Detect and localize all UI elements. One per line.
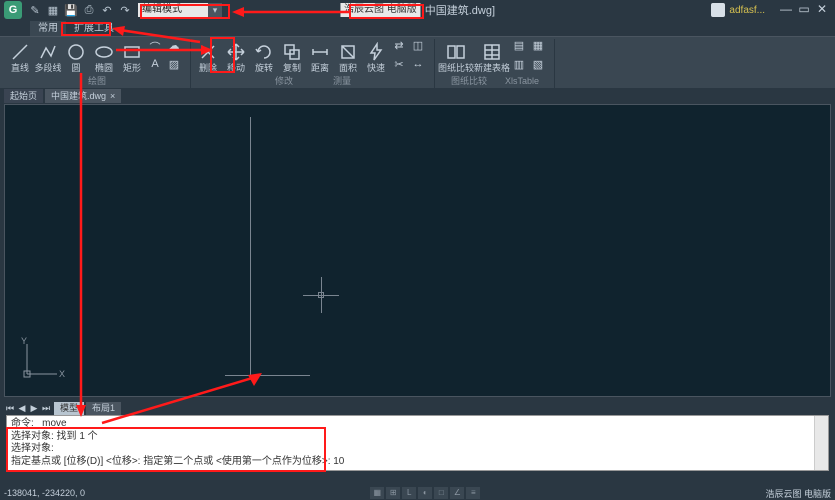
ucs-icon: Y X (19, 336, 65, 382)
ribbon-group-modify: 删除 移动 旋转 复制 距离 面积 快速 ⇄◫ ✂↔ 修改 测量 (192, 39, 435, 88)
group-label-measure: 测量 (333, 76, 351, 87)
cmd-line-2: 选择对象: 找到 1 个 (11, 431, 824, 444)
coordinates-readout: -138041, -234220, 0 (4, 488, 85, 498)
drawing-line-h (225, 375, 310, 376)
lwt-toggle[interactable]: ≡ (466, 487, 480, 499)
title-text: 浩辰云图 电脑版 中国建筑.dwg] (340, 2, 495, 18)
layout-tab-model[interactable]: 模型 (54, 402, 84, 415)
app-window: G ✎ ▦ 💾 ⎙ ↶ ↷ 编辑模式 ▾ 浩辰云图 电脑版 中国建筑.dwg] … (0, 0, 835, 500)
user-avatar-icon (711, 3, 725, 17)
minimize-button[interactable]: — (777, 3, 795, 17)
nav-next-icon[interactable]: ▶ (28, 402, 40, 414)
polar-toggle[interactable]: ◐ (418, 487, 432, 499)
tool-distance[interactable]: 距离 (306, 39, 334, 76)
print-icon[interactable]: ⎙ (82, 3, 96, 17)
tool-copy[interactable]: 复制 (278, 39, 306, 76)
undo-icon[interactable]: ↶ (100, 3, 114, 17)
arc-icon[interactable]: ⌒ (146, 39, 164, 53)
group-label-xlstable: XlsTable (505, 76, 539, 87)
tool-line[interactable]: 直线 (6, 39, 34, 76)
tool-quick[interactable]: 快速 (362, 39, 390, 76)
user-area[interactable]: adfasf... (711, 3, 765, 17)
cursor-pickbox (318, 292, 324, 298)
mode-dropdown-icon[interactable]: ▾ (208, 3, 222, 17)
document-tab-start[interactable]: 起始页 (4, 89, 43, 103)
tool-polyline[interactable]: 多段线 (34, 39, 62, 76)
tool-new-table[interactable]: 新建表格 (474, 39, 510, 76)
tool-circle[interactable]: 圆 (62, 39, 90, 76)
ribbon-group-compare: 图纸比较 新建表格 ▤▦ ▥▧ 图纸比较 XlsTable (436, 39, 555, 88)
nav-last-icon[interactable]: ⏭ (40, 402, 52, 414)
drawing-viewport[interactable]: Y X (4, 104, 831, 397)
ribbon: 直线 多段线 圆 椭圆 矩形 ⌒☁ A▨ 绘图 删除 移动 旋转 复制 距离 面… (0, 36, 835, 88)
nav-first-icon[interactable]: ⏮ (4, 402, 16, 414)
layout-tab-1[interactable]: 布局1 (86, 402, 121, 415)
brand-badge: 浩辰云图 电脑版 (340, 3, 421, 17)
tool-rotate[interactable]: 旋转 (250, 39, 278, 76)
text-icon[interactable]: A (146, 58, 164, 72)
tbl-icon-4[interactable]: ▧ (529, 58, 547, 72)
otrack-toggle[interactable]: ∠ (450, 487, 464, 499)
nav-prev-icon[interactable]: ◀ (16, 402, 28, 414)
command-scrollbar[interactable] (814, 416, 828, 470)
cmd-line-3: 选择对象: (11, 443, 824, 456)
app-logo-icon[interactable]: G (4, 1, 22, 19)
status-brand: 浩辰云图 电脑版 (765, 487, 831, 500)
group-label-compare: 图纸比较 (451, 76, 487, 87)
ribbon-tab-strip: 常用 扩展工具 (0, 20, 835, 36)
draw-small-tools: ⌒☁ A▨ (146, 39, 188, 76)
grid-toggle[interactable]: ⊞ (386, 487, 400, 499)
cloud-icon[interactable]: ☁ (165, 39, 183, 53)
tool-ellipse[interactable]: 椭圆 (90, 39, 118, 76)
status-bar: -138041, -234220, 0 ▦ ⊞ L ◐ □ ∠ ≡ 浩辰云图 电… (0, 486, 835, 500)
status-toggles: ▦ ⊞ L ◐ □ ∠ ≡ (370, 487, 480, 499)
qat: ✎ ▦ 💾 ⎙ ↶ ↷ (28, 3, 132, 17)
svg-text:X: X (59, 369, 65, 379)
close-tab-icon[interactable]: × (110, 89, 115, 103)
table-small-tools: ▤▦ ▥▧ (510, 39, 552, 76)
tool-compare[interactable]: 图纸比较 (438, 39, 474, 76)
document-tab-active[interactable]: 中国建筑.dwg× (45, 89, 121, 103)
mirror-icon[interactable]: ⇄ (390, 39, 408, 53)
layout-tab-strip: ⏮ ◀ ▶ ⏭ 模型 布局1 (0, 401, 835, 415)
tool-rectangle[interactable]: 矩形 (118, 39, 146, 76)
extend-icon[interactable]: ↔ (409, 58, 427, 72)
document-title: 中国建筑.dwg] (425, 2, 495, 18)
modify-small-tools: ⇄◫ ✂↔ (390, 39, 432, 76)
window-controls: — ▭ ✕ (777, 3, 831, 17)
open-icon[interactable]: ▦ (46, 3, 60, 17)
snap-toggle[interactable]: ▦ (370, 487, 384, 499)
cmd-line-4: 指定基点或 [位移(D)] <位移>: 指定第二个点或 <使用第一个点作为位移>… (11, 456, 824, 469)
offset-icon[interactable]: ◫ (409, 39, 427, 53)
ribbon-tab-common[interactable]: 常用 (30, 21, 66, 36)
title-bar: G ✎ ▦ 💾 ⎙ ↶ ↷ 编辑模式 ▾ 浩辰云图 电脑版 中国建筑.dwg] … (0, 0, 835, 20)
redo-icon[interactable]: ↷ (118, 3, 132, 17)
user-name: adfasf... (729, 5, 765, 16)
drawing-line-v (250, 117, 251, 375)
tool-area[interactable]: 面积 (334, 39, 362, 76)
document-tab-strip: 起始页 中国建筑.dwg× (0, 88, 835, 104)
ribbon-group-draw: 直线 多段线 圆 椭圆 矩形 ⌒☁ A▨ 绘图 (4, 39, 191, 88)
mode-selector[interactable]: 编辑模式 (138, 3, 208, 17)
tool-delete[interactable]: 删除 (194, 39, 222, 76)
ortho-toggle[interactable]: L (402, 487, 416, 499)
group-label-draw: 绘图 (88, 76, 106, 88)
close-button[interactable]: ✕ (813, 3, 831, 17)
trim-icon[interactable]: ✂ (390, 58, 408, 72)
group-label-modify: 修改 (275, 76, 293, 87)
cmd-line-1: 命令: _move (11, 418, 824, 431)
command-window[interactable]: 命令: _move 选择对象: 找到 1 个 选择对象: 指定基点或 [位移(D… (6, 415, 829, 471)
hatch-icon[interactable]: ▨ (165, 58, 183, 72)
save-icon[interactable]: 💾 (64, 3, 78, 17)
tbl-icon-1[interactable]: ▤ (510, 39, 528, 53)
svg-text:Y: Y (21, 336, 27, 346)
new-icon[interactable]: ✎ (28, 3, 42, 17)
ribbon-tab-ext-tools[interactable]: 扩展工具 (66, 21, 122, 36)
tool-move[interactable]: 移动 (222, 39, 250, 76)
tbl-icon-3[interactable]: ▥ (510, 58, 528, 72)
maximize-button[interactable]: ▭ (795, 3, 813, 17)
osnap-toggle[interactable]: □ (434, 487, 448, 499)
tbl-icon-2[interactable]: ▦ (529, 39, 547, 53)
